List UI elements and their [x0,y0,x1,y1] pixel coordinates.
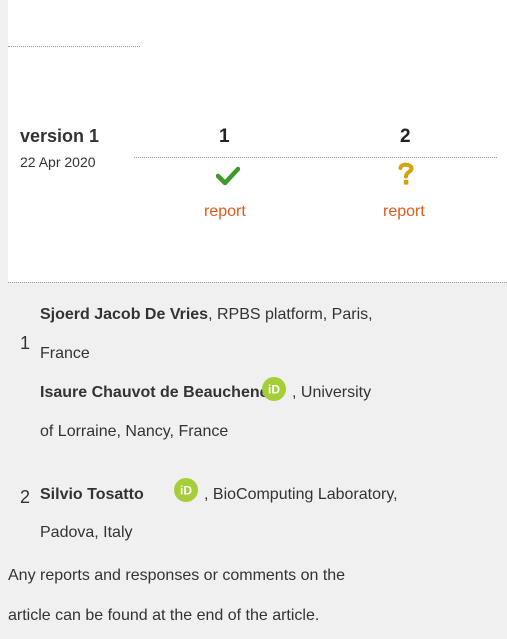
orcid-icon[interactable]: iD [262,377,286,401]
reviewer-1-report-link[interactable]: report [204,203,246,221]
orcid-icon-text: iD [180,484,192,498]
affiliation-number-1: 1 [20,333,31,353]
header-divider [134,157,497,158]
checkmark-icon [216,166,240,186]
reports-note-cont: article can be found at the end of the a… [8,607,320,624]
reviewer-2-report-link[interactable]: report [383,203,425,221]
affiliation-text-cont: Padova, Italy [40,524,133,541]
affiliation-text-cont: of Lorraine, Nancy, France [40,423,229,440]
affiliation-text: , BioComputing Laboratory, [204,486,398,503]
affiliation-number-2: 2 [20,487,31,507]
affiliation-text-cont: France [40,345,90,362]
question-mark-icon [398,162,414,185]
orcid-icon-text: iD [268,383,280,397]
orcid-icon[interactable]: iD [174,478,198,502]
reports-note: Any reports and responses or comments on… [8,567,346,584]
reviewer-2-header: 2 [400,126,411,147]
panel-bottom-divider [8,282,507,283]
version-label: version 1 [20,126,100,146]
author-affiliation-line: Sjoerd Jacob De Vries, RPBS platform, Pa… [40,305,373,325]
author-name: Isaure Chauvot de Beauchene [40,383,269,403]
reviewer-1-header: 1 [219,126,230,147]
author-name-text: Isaure Chauvot de Beauchene [40,384,269,401]
affiliation-text: , RPBS platform, Paris, [208,306,373,323]
affiliation-text: , University [292,384,372,401]
divider [8,46,140,47]
author-name-text: Silvio Tosatto [40,486,144,503]
author-name: Silvio Tosatto [40,485,144,505]
author-name: Sjoerd Jacob De Vries [40,306,209,323]
version-date: 22 Apr 2020 [20,154,96,170]
